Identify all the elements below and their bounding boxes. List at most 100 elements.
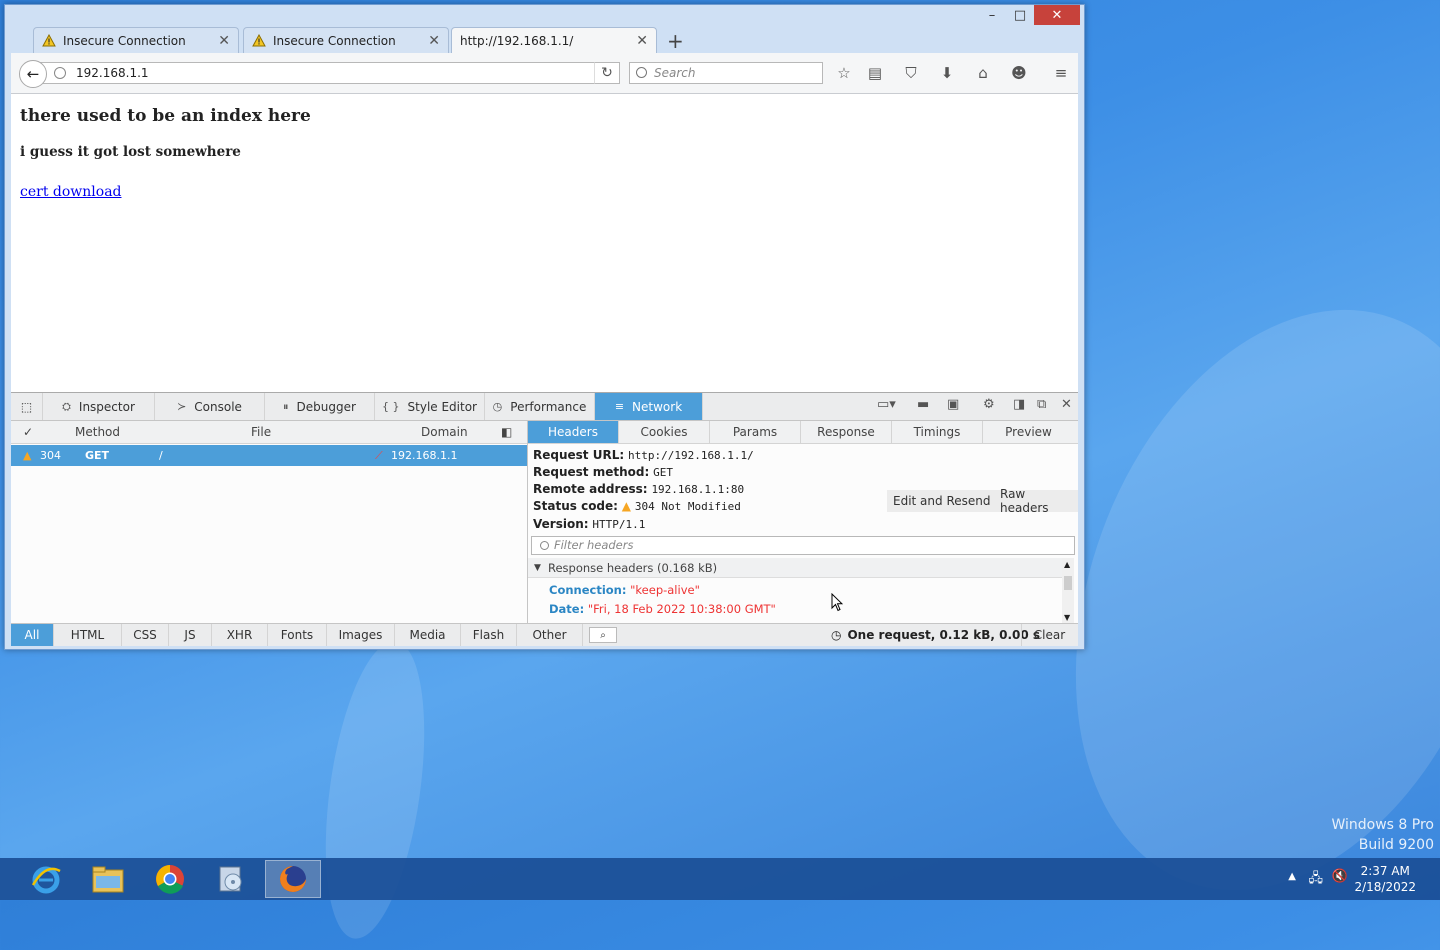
element-picker-button[interactable]: ⬚ xyxy=(11,393,43,420)
version-row: Version: HTTP/1.1 xyxy=(533,517,646,531)
dock-side-icon[interactable]: ◨ xyxy=(1013,397,1025,412)
filter-all[interactable]: All xyxy=(11,624,54,646)
bookmark-star-icon[interactable]: ☆ xyxy=(833,63,855,83)
request-row[interactable]: ▲ 304 GET / ⟋ 192.168.1.1 xyxy=(11,445,527,466)
tab-label: Insecure Connection xyxy=(63,33,186,48)
filter-html[interactable]: HTML xyxy=(54,624,122,646)
browser-window: – □ ✕ Insecure Connection ✕ Insecure Con… xyxy=(4,4,1085,650)
scroll-up-icon: ▲ xyxy=(1064,560,1071,569)
responsive-mode-icon[interactable]: ▬ xyxy=(917,397,929,412)
request-list-header: ✓ Method File Domain ◧ xyxy=(11,421,527,444)
close-tab-icon[interactable]: ✕ xyxy=(636,33,648,49)
bookmarks-list-icon[interactable]: ▤ xyxy=(864,63,886,83)
back-arrow-icon: ← xyxy=(26,65,40,83)
tab-label: http://192.168.1.1/ xyxy=(460,34,574,48)
tab-insecure-2[interactable]: Insecure Connection ✕ xyxy=(243,27,449,53)
firefox-icon[interactable] xyxy=(265,860,321,898)
filter-fonts[interactable]: Fonts xyxy=(268,624,327,646)
page-heading: there used to be an index here xyxy=(20,106,311,126)
filter-media[interactable]: Media xyxy=(395,624,461,646)
address-bar[interactable]: 192.168.1.1 xyxy=(33,62,603,84)
network-icon: ≡ xyxy=(614,400,625,413)
scratchpad-icon[interactable]: ▣ xyxy=(947,397,959,412)
request-status: 304 xyxy=(40,449,61,462)
request-details-pane: Headers Cookies Params Response Timings … xyxy=(528,421,1078,624)
pocket-icon[interactable]: ⛉ xyxy=(900,63,922,83)
minimize-button[interactable]: – xyxy=(978,5,1006,25)
filter-images[interactable]: Images xyxy=(327,624,395,646)
warning-icon: ▲ xyxy=(23,449,32,462)
filter-search-button[interactable]: ⌕ xyxy=(589,627,617,643)
filter-flash[interactable]: Flash xyxy=(461,624,517,646)
raw-headers-button[interactable]: Raw headers xyxy=(994,487,1078,515)
tab-active[interactable]: http://192.168.1.1/ ✕ xyxy=(451,27,657,54)
filter-xhr[interactable]: XHR xyxy=(212,624,268,646)
close-window-button[interactable]: ✕ xyxy=(1034,5,1080,25)
tab-inspector[interactable]: ⛭ Inspector xyxy=(43,393,155,420)
reload-icon: ↻ xyxy=(601,65,613,81)
clock-date: 2/18/2022 xyxy=(1354,880,1416,894)
downloads-icon[interactable]: ⬇ xyxy=(936,63,958,83)
close-tab-icon[interactable]: ✕ xyxy=(428,33,440,49)
separate-window-icon[interactable]: ⧉ xyxy=(1037,397,1046,412)
media-player-icon[interactable] xyxy=(203,860,259,898)
close-tab-icon[interactable]: ✕ xyxy=(218,33,230,49)
tab-insecure-1[interactable]: Insecure Connection ✕ xyxy=(33,27,239,53)
collapse-details-icon[interactable]: ◧ xyxy=(501,425,512,439)
warning-icon xyxy=(252,34,266,47)
menu-icon[interactable]: ≡ xyxy=(1050,63,1072,83)
tab-timings[interactable]: Timings xyxy=(892,421,983,443)
close-devtools-icon[interactable]: ✕ xyxy=(1061,397,1072,412)
column-method[interactable]: Method xyxy=(75,425,120,439)
internet-explorer-icon[interactable] xyxy=(18,860,74,898)
column-status[interactable]: ✓ xyxy=(23,425,33,439)
console-icon: ≻ xyxy=(177,400,187,413)
tab-preview[interactable]: Preview xyxy=(983,421,1074,443)
back-button[interactable]: ← xyxy=(19,60,47,88)
split-console-icon[interactable]: ▭▾ xyxy=(877,397,896,412)
show-hidden-icons-icon[interactable]: ▲ xyxy=(1288,871,1296,882)
tab-debugger[interactable]: ⏸ Debugger xyxy=(265,393,375,420)
filter-css[interactable]: CSS xyxy=(122,624,169,646)
filter-js[interactable]: JS xyxy=(169,624,212,646)
column-file[interactable]: File xyxy=(251,425,271,439)
pick-element-icon: ⬚ xyxy=(20,399,33,414)
tab-response[interactable]: Response xyxy=(801,421,892,443)
filter-other[interactable]: Other xyxy=(517,624,583,646)
tab-performance[interactable]: ◷ Performance xyxy=(485,393,595,420)
home-icon[interactable]: ⌂ xyxy=(972,63,994,83)
headers-scrollbar[interactable]: ▲ ▼ xyxy=(1062,558,1074,624)
column-domain[interactable]: Domain xyxy=(421,425,468,439)
page-subheading: i guess it got lost somewhere xyxy=(20,144,241,160)
settings-gear-icon[interactable]: ⚙ xyxy=(983,397,995,412)
tab-network[interactable]: ≡ Network xyxy=(595,393,703,420)
globe-icon xyxy=(54,67,66,79)
search-icon: ⌕ xyxy=(600,629,606,641)
filter-headers-input[interactable]: Filter headers xyxy=(531,536,1075,555)
chrome-icon[interactable] xyxy=(142,860,198,898)
tab-style-editor[interactable]: { } Style Editor xyxy=(375,393,485,420)
clock[interactable]: 2:37 AM 2/18/2022 xyxy=(1354,863,1416,895)
url-text: 192.168.1.1 xyxy=(76,66,149,80)
tab-headers[interactable]: Headers xyxy=(528,421,619,443)
edit-and-resend-button[interactable]: Edit and Resend xyxy=(887,490,997,512)
hello-chat-icon[interactable]: ☻ xyxy=(1008,63,1030,83)
maximize-button[interactable]: □ xyxy=(1006,5,1034,25)
tab-params[interactable]: Params xyxy=(710,421,801,443)
cert-download-link[interactable]: cert download xyxy=(20,184,122,200)
request-summary[interactable]: ◷ One request, 0.12 kB, 0.00 s xyxy=(831,624,1040,646)
request-url-row: Request URL: http://192.168.1.1/ xyxy=(533,448,754,462)
network-icon[interactable]: 🖧 xyxy=(1309,869,1324,891)
reload-button[interactable]: ↻ xyxy=(594,62,620,84)
search-input[interactable]: Search xyxy=(629,62,823,84)
expand-triangle-icon: ▼ xyxy=(534,563,541,573)
tab-cookies[interactable]: Cookies xyxy=(619,421,710,443)
new-tab-button[interactable]: + xyxy=(667,29,684,53)
inspector-icon: ⛭ xyxy=(62,399,71,413)
tab-console[interactable]: ≻ Console xyxy=(155,393,265,420)
response-headers-section[interactable]: ▼ Response headers (0.168 kB) xyxy=(528,558,1062,578)
speaker-muted-icon[interactable]: 🔇 xyxy=(1332,869,1348,884)
clear-button[interactable]: Clear xyxy=(1021,624,1077,646)
file-explorer-icon[interactable] xyxy=(80,860,136,898)
tab-strip: Insecure Connection ✕ Insecure Connectio… xyxy=(11,25,1078,54)
